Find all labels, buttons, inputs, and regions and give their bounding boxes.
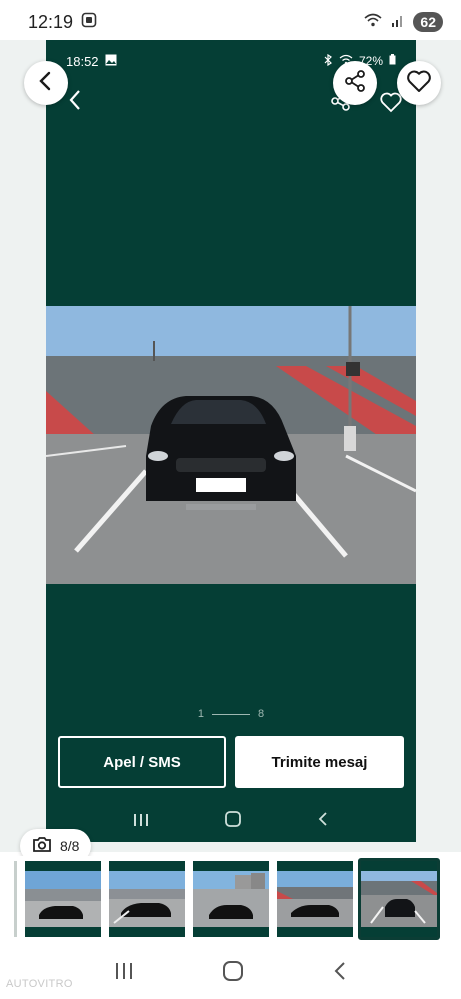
thumbnail-3[interactable] xyxy=(193,861,269,937)
signal-icon xyxy=(391,12,405,33)
battery-badge: 62 xyxy=(413,12,443,32)
system-nav-bar xyxy=(0,948,461,999)
home-icon[interactable] xyxy=(222,960,244,987)
nav-back-icon[interactable] xyxy=(333,961,347,986)
watermark-text: AUTOVITRO xyxy=(6,978,73,990)
pager-line xyxy=(212,713,250,715)
status-time: 12:19 xyxy=(28,11,74,32)
back-button[interactable] xyxy=(24,61,68,105)
heart-icon xyxy=(406,69,432,98)
inner-battery-icon xyxy=(389,54,396,68)
pager-total: 8 xyxy=(258,708,265,720)
car-photo[interactable] xyxy=(46,306,416,584)
thumbnail-1[interactable] xyxy=(25,861,101,937)
inner-status-time: 18:52 xyxy=(66,53,99,69)
app-root: 12:19 62 18:52 72% 1 8 Apel / SMS Trimit… xyxy=(0,0,461,999)
thumbnail-strip[interactable] xyxy=(0,856,461,946)
share-icon xyxy=(343,69,367,98)
share-button[interactable] xyxy=(333,61,377,105)
inner-nav-bar xyxy=(46,806,416,836)
status-right-group: 62 xyxy=(363,12,443,33)
camera-icon xyxy=(32,836,52,856)
gallery-icon xyxy=(105,54,117,69)
thumbnail-5-selected[interactable] xyxy=(358,858,440,940)
wifi-icon xyxy=(363,12,383,33)
pager-current: 1 xyxy=(197,708,204,720)
bluetooth-icon xyxy=(323,53,333,69)
inner-home-icon xyxy=(224,810,242,833)
send-message-button[interactable]: Trimite mesaj xyxy=(235,736,404,788)
photo-counter-text: 8/8 xyxy=(60,838,80,854)
thumbnail-edge xyxy=(14,861,17,937)
favorite-button[interactable] xyxy=(397,61,441,105)
system-status-bar: 12:19 62 xyxy=(0,0,461,44)
image-viewer[interactable]: 18:52 72% 1 8 Apel / SMS Trimite mesaj 8… xyxy=(0,40,461,863)
inner-back-icon xyxy=(64,88,88,112)
thumbnail-2[interactable] xyxy=(109,861,185,937)
thumbnail-4[interactable] xyxy=(277,861,353,937)
chevron-left-icon xyxy=(36,70,56,97)
photo-pager: 1 8 xyxy=(46,708,416,720)
screen-record-icon xyxy=(81,12,97,33)
listing-screenshot: 18:52 72% 1 8 Apel / SMS Trimite mesaj xyxy=(46,40,416,842)
inner-recents-icon xyxy=(133,811,149,832)
recents-icon[interactable] xyxy=(114,962,134,985)
inner-nav-back-icon xyxy=(317,811,329,832)
call-sms-button[interactable]: Apel / SMS xyxy=(58,736,226,788)
